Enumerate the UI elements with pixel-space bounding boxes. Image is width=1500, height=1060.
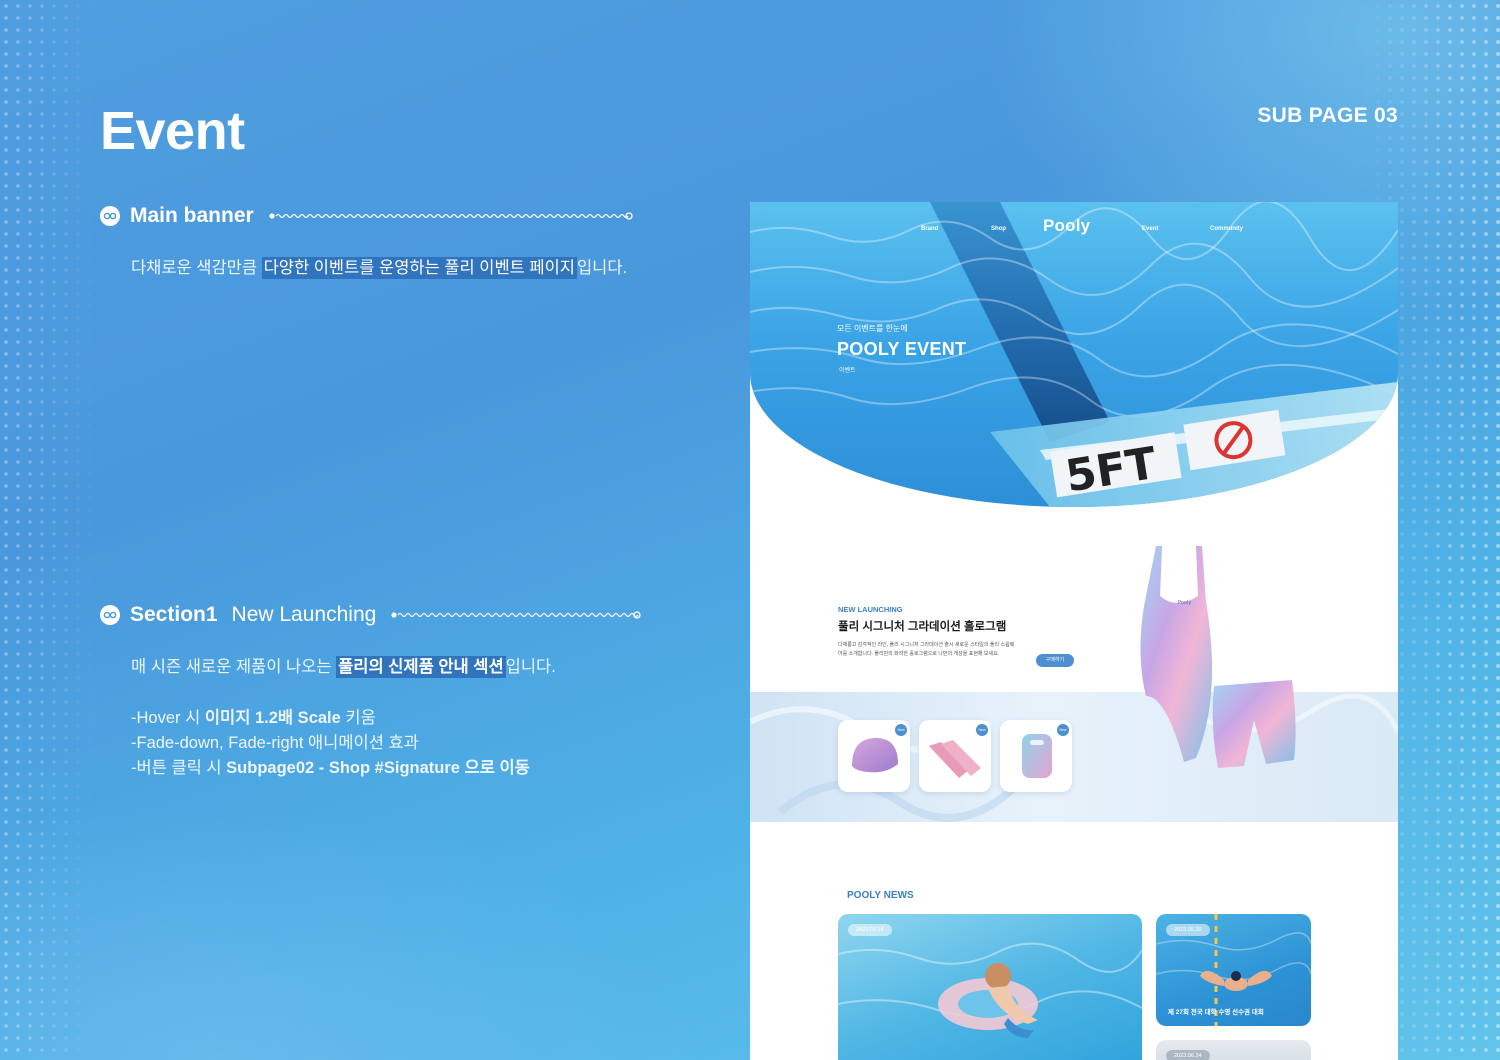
news-date: 2023.05.30 xyxy=(1166,924,1210,936)
section1-bullets: -Hover 시 이미지 1.2배 Scale 키움 -Fade-down, F… xyxy=(131,706,530,781)
launch-tag: NEW LAUNCHING xyxy=(838,605,903,614)
launch-description: 다채롭고 감각적인 라인, 풀리 시그니처 그라데이션 출시 새로운 스타일의 … xyxy=(838,642,1015,657)
product-thumb-cap[interactable]: New xyxy=(838,720,910,792)
bullet-item: -Fade-down, Fade-right 애니메이션 효과 xyxy=(131,734,419,752)
new-badge: New xyxy=(1057,724,1069,736)
hero-caption: 이벤트 xyxy=(839,368,856,374)
hero-banner: 5FT Brand Shop Pooly Event Community 모든 … xyxy=(750,202,1398,507)
highlight-text: 풀리의 신제품 안내 섹션 xyxy=(336,656,506,678)
news-card-small[interactable]: 2023.06.24 xyxy=(1156,1040,1311,1060)
dot-pattern-left xyxy=(0,0,95,1060)
news-card-large[interactable]: 2023.03.14 xyxy=(838,914,1142,1060)
section1-heading: Section1 New Launching xyxy=(100,603,642,627)
news-section-title: POOLY NEWS xyxy=(847,890,914,901)
product-thumb-kickboard[interactable]: New xyxy=(1000,720,1072,792)
new-badge: New xyxy=(895,724,907,736)
goggles-icon xyxy=(100,206,120,226)
page-title: Event xyxy=(100,101,245,161)
wave-divider-icon xyxy=(391,611,641,619)
wave-divider-icon xyxy=(269,212,633,220)
nav-event[interactable]: Event xyxy=(1142,226,1158,232)
hero-subtitle: 모든 이벤트를 한눈에 xyxy=(837,324,908,333)
main-banner-heading: Main banner xyxy=(100,204,634,228)
hero-title: POOLY EVENT xyxy=(837,339,967,359)
mockup-nav: Brand Shop Pooly Event Community xyxy=(750,216,1398,240)
new-badge: New xyxy=(976,724,988,736)
background-glow xyxy=(0,800,700,1060)
swimsuit-product-image: Pooly xyxy=(1140,546,1296,768)
launch-title: 풀리 시그니처 그라데이션 홀로그램 xyxy=(838,621,1007,633)
nav-shop[interactable]: Shop xyxy=(991,226,1006,232)
news-date: 2023.03.14 xyxy=(848,924,892,936)
goggles-icon xyxy=(100,605,120,625)
section1-title: Section1 New Launching xyxy=(130,603,377,626)
news-caption: 제 27회 전국 대학 수영 선수권 대회 xyxy=(1168,1009,1264,1016)
nav-brand[interactable]: Brand xyxy=(921,226,938,232)
main-banner-title: Main banner xyxy=(130,204,254,227)
highlight-text: 다양한 이벤트를 운영하는 풀리 이벤트 페이지 xyxy=(261,257,577,279)
news-card-small[interactable]: 2023.05.30 제 27회 전국 대학 수영 선수권 대회 xyxy=(1156,914,1311,1026)
bullet-item: -버튼 클릭 시 Subpage02 - Shop #Signature 으로 … xyxy=(131,759,530,777)
buy-button[interactable]: 구매하기 xyxy=(1036,654,1074,667)
nav-community[interactable]: Community xyxy=(1210,226,1243,232)
news-date: 2023.06.24 xyxy=(1166,1050,1210,1060)
pooly-logo[interactable]: Pooly xyxy=(1043,216,1090,236)
main-banner-description: 다채로운 색감만큼 다양한 이벤트를 운영하는 풀리 이벤트 페이지 입니다. xyxy=(131,257,628,279)
website-mockup: 5FT Brand Shop Pooly Event Community 모든 … xyxy=(750,202,1398,1060)
sub-page-label: SUB PAGE 03 xyxy=(1257,104,1398,127)
bullet-item: -Hover 시 이미지 1.2배 Scale 키움 xyxy=(131,709,376,727)
swimsuit-logo: Pooly xyxy=(1178,600,1191,606)
product-thumb-fins[interactable]: New xyxy=(919,720,991,792)
section1-description: 매 시즌 새로운 제품이 나오는 풀리의 신제품 안내 섹션 입니다. xyxy=(131,656,556,678)
